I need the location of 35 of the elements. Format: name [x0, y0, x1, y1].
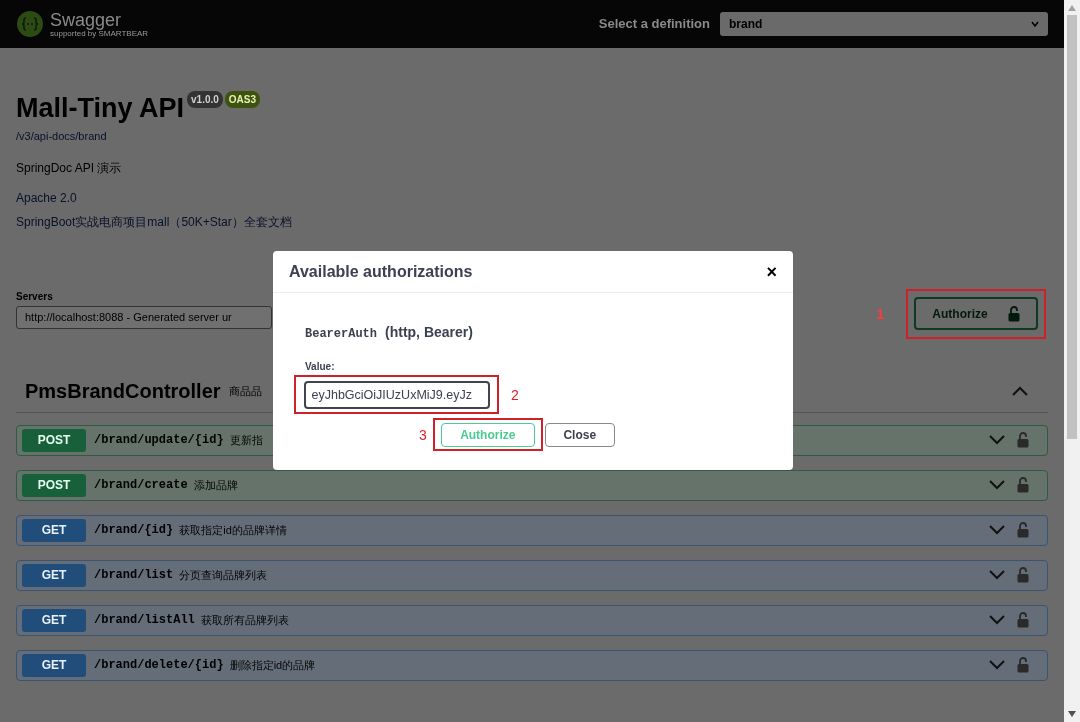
- method-badge: GET: [22, 518, 86, 542]
- operation-summary: 添加品牌: [193, 477, 238, 493]
- api-title: Mall-Tiny API: [16, 92, 185, 124]
- operation-path: /brand/{id}: [94, 522, 174, 539]
- method-badge: GET: [22, 563, 86, 587]
- tag-name: PmsBrandController: [25, 379, 221, 404]
- operation-summary: 更新指: [229, 432, 263, 448]
- operation-summary: 获取所有品牌列表: [200, 612, 289, 628]
- method-badge: GET: [22, 608, 86, 632]
- annotation-number: 2: [511, 386, 519, 403]
- method-badge: GET: [22, 653, 86, 677]
- tag-description: 商品品: [228, 383, 262, 399]
- method-badge: POST: [22, 428, 86, 452]
- operation-path: /brand/listAll: [94, 612, 195, 629]
- operation-summary: 获取指定id的品牌详情: [179, 522, 287, 538]
- annotation-number: 3: [419, 427, 427, 442]
- operation-summary: 删除指定id的品牌: [229, 657, 316, 673]
- scheme-name: BearerAuth: [305, 326, 377, 343]
- dialog-title: Available authorizations: [289, 261, 473, 282]
- logo-subtext: supported by SMARTBEAR: [50, 29, 149, 38]
- version-badge: v1.0.0: [187, 91, 223, 108]
- operation-path: /brand/update/{id}: [94, 432, 224, 449]
- logo-text: Swagger: [50, 10, 123, 29]
- definition-label: Select a definition: [598, 15, 710, 34]
- oas-badge: OAS3: [224, 91, 261, 108]
- api-description: SpringDoc API 演示: [16, 159, 123, 177]
- value-label: Value:: [304, 360, 336, 374]
- operation-path: /brand/create: [94, 477, 188, 494]
- method-badge: POST: [22, 473, 86, 497]
- operation-path: /brand/list: [94, 567, 174, 584]
- operation-path: /brand/delete/{id}: [94, 657, 224, 674]
- scheme-type: (http, Bearer): [385, 323, 473, 342]
- operation-summary: 分页查询品牌列表: [179, 567, 268, 583]
- annotation-number: 1: [876, 305, 884, 322]
- servers-label: Servers: [16, 289, 54, 304]
